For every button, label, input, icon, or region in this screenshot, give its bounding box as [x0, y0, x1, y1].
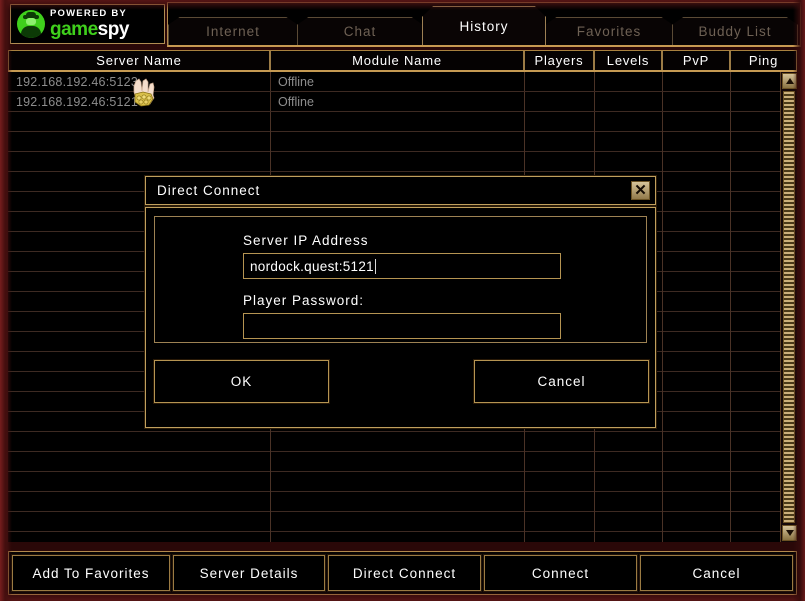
tab-label: Internet [206, 24, 260, 39]
tab-favorites[interactable]: Favorites [545, 17, 673, 45]
tab-label: Buddy List [698, 24, 772, 39]
scroll-down-icon[interactable] [782, 525, 797, 541]
button-label: Connect [531, 565, 590, 581]
grid-column-divider [662, 72, 663, 542]
tab-history[interactable]: History [422, 6, 546, 45]
column-header-label: PvP [682, 53, 710, 68]
text-caret [375, 258, 376, 274]
column-header-ping[interactable]: Ping [730, 51, 797, 70]
grid-row [8, 152, 781, 172]
gamespy-logo: POWERED BY gamespy [10, 4, 165, 44]
close-icon[interactable]: ✕ [631, 181, 650, 200]
grid-row [8, 512, 781, 532]
tab-label: Chat [343, 24, 377, 39]
table-row[interactable]: 192.168.192.46:5121 Offline [8, 92, 781, 112]
grid-column-divider [730, 72, 731, 542]
grid-row [8, 112, 781, 132]
grid-row [8, 472, 781, 492]
scroll-up-icon[interactable] [782, 73, 797, 89]
grid-row [8, 432, 781, 452]
gamespy-spy-icon [17, 10, 45, 38]
top-bar: POWERED BY gamespy Internet Chat History Fa… [0, 0, 805, 48]
button-label: Server Details [199, 565, 299, 581]
tab-internet[interactable]: Internet [168, 17, 298, 45]
dialog-body: Server IP Address nordock.quest:5121 Pla… [144, 206, 657, 429]
tab-label: History [459, 18, 509, 34]
table-row[interactable]: 192.168.192.46:5123 Offline [8, 72, 781, 92]
column-header-pvp[interactable]: PvP [662, 51, 730, 70]
button-label: Direct Connect [352, 565, 457, 581]
button-label: Cancel [692, 565, 741, 581]
cell-module-name: Offline [278, 74, 314, 89]
dialog-title: Direct Connect [157, 183, 261, 198]
player-password-label: Player Password: [243, 293, 365, 308]
server-ip-label: Server IP Address [243, 233, 369, 248]
cell-server-name: 192.168.192.46:5123 [16, 74, 138, 89]
server-ip-input[interactable]: nordock.quest:5121 [243, 253, 561, 279]
grid-row [8, 532, 781, 542]
server-details-button[interactable]: Server Details [171, 554, 326, 592]
direct-connect-dialog: Direct Connect ✕ Server IP Address nordo… [144, 175, 657, 429]
tab-buddy-list[interactable]: Buddy List [672, 17, 798, 45]
grid-row [8, 452, 781, 472]
grid-row [8, 492, 781, 512]
connect-button[interactable]: Connect [482, 554, 639, 592]
dialog-title-bar: Direct Connect ✕ [144, 175, 657, 206]
dialog-fields-panel: Server IP Address nordock.quest:5121 Pla… [154, 216, 647, 343]
direct-connect-button[interactable]: Direct Connect [326, 554, 482, 592]
logo-brand-game: game [50, 18, 98, 40]
add-to-favorites-button[interactable]: Add To Favorites [11, 554, 171, 592]
column-header-players[interactable]: Players [524, 51, 594, 70]
column-header-label: Module Name [352, 53, 442, 68]
cell-module-name: Offline [278, 94, 314, 109]
cancel-button[interactable]: Cancel [638, 554, 795, 592]
logo-brand-spy: spy [97, 18, 130, 40]
column-header-server-name[interactable]: Server Name [8, 51, 270, 70]
logo-powered-by-text: POWERED BY [50, 8, 127, 20]
column-header-label: Ping [748, 53, 779, 68]
column-header-module-name[interactable]: Module Name [270, 51, 524, 70]
player-password-input[interactable] [243, 313, 561, 339]
bottom-button-bar: Add To Favorites Server Details Direct Con… [8, 551, 797, 595]
column-header-levels[interactable]: Levels [594, 51, 662, 70]
scrollbar-track[interactable] [783, 91, 795, 523]
gamespy-server-browser-window: POWERED BY gamespy Internet Chat History Fa… [0, 0, 805, 601]
tab-chat[interactable]: Chat [297, 17, 423, 45]
column-header-label: Players [534, 53, 584, 68]
server-list-scrollbar[interactable] [780, 72, 797, 542]
dialog-cancel-button[interactable]: Cancel [473, 359, 650, 404]
button-label: Add To Favorites [32, 565, 150, 581]
tab-strip: Internet Chat History Favorites Buddy List [167, 2, 801, 47]
column-header-row: Server Name Module Name Players Levels PvP Pi… [8, 50, 797, 72]
tab-label: Favorites [576, 24, 642, 39]
column-header-label: Levels [606, 53, 650, 68]
grid-row [8, 132, 781, 152]
column-header-label: Server Name [96, 53, 182, 68]
dialog-ok-button[interactable]: OK [153, 359, 330, 404]
server-ip-value: nordock.quest:5121 [250, 258, 374, 274]
cell-server-name: 192.168.192.46:5121 [16, 94, 138, 109]
